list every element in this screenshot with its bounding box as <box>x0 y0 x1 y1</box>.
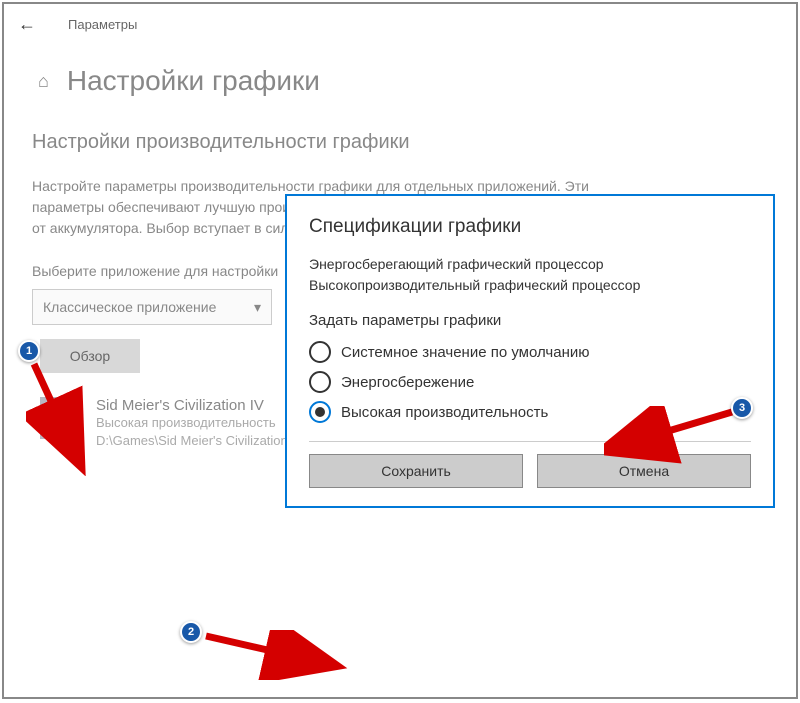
save-button[interactable]: Сохранить <box>309 454 523 488</box>
window-frame: ← Параметры ⌂ Настройки графики Настройк… <box>2 2 798 699</box>
radio-icon <box>309 371 331 393</box>
section-title: Настройки производительности графики <box>4 107 796 162</box>
callout-badge-2: 2 <box>180 621 202 643</box>
page-header: ⌂ Настройки графики <box>4 45 796 107</box>
annotation-arrow-2 <box>200 630 350 680</box>
app-type-dropdown[interactable]: Классическое приложение ▾ <box>32 289 272 325</box>
back-icon[interactable]: ← <box>18 14 36 35</box>
dropdown-value: Классическое приложение <box>43 299 216 315</box>
titlebar-label: Параметры <box>68 17 137 32</box>
radio-icon <box>309 341 331 363</box>
radio-label: Системное значение по умолчанию <box>341 344 590 361</box>
gpu-highperf-label: Высокопроизводительный графический проце… <box>309 275 751 296</box>
gpu-powersave-label: Энергосберегающий графический процессор <box>309 254 751 275</box>
callout-badge-3: 3 <box>731 397 753 419</box>
titlebar: ← Параметры <box>4 4 796 45</box>
page-title: Настройки графики <box>67 65 320 97</box>
callout-badge-1: 1 <box>18 340 40 362</box>
radio-label: Энергосбережение <box>341 374 474 391</box>
dialog-title: Спецификации графики <box>309 216 751 238</box>
radio-power-saving[interactable]: Энергосбережение <box>309 371 751 393</box>
home-icon[interactable]: ⌂ <box>38 71 49 92</box>
annotation-arrow-1 <box>26 356 106 476</box>
annotation-arrow-3 <box>604 406 744 466</box>
radio-icon <box>309 401 331 423</box>
radio-system-default[interactable]: Системное значение по умолчанию <box>309 341 751 363</box>
chevron-down-icon: ▾ <box>254 299 261 316</box>
radio-label: Высокая производительность <box>341 404 548 421</box>
dialog-subheading: Задать параметры графики <box>309 312 751 329</box>
